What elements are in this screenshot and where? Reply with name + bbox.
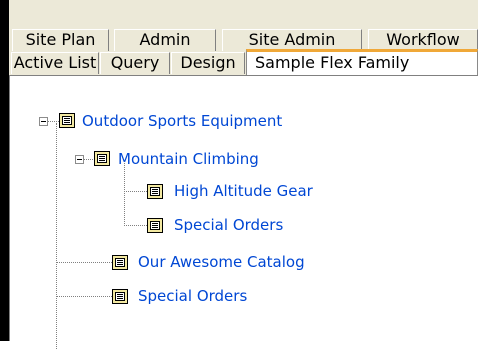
tab-sample-flex-family[interactable]: Sample Flex Family bbox=[246, 49, 478, 77]
category-tree: Outdoor Sports Equipment Mountain Climbi… bbox=[10, 76, 478, 349]
tab-site-plan[interactable]: Site Plan bbox=[12, 29, 109, 51]
tree-connector bbox=[56, 296, 112, 297]
tab-design[interactable]: Design bbox=[171, 52, 245, 74]
app-window: Site Plan Admin Site Admin Workflow Acti… bbox=[0, 0, 478, 349]
tree-item-our-awesome-catalog[interactable]: Our Awesome Catalog bbox=[138, 253, 305, 271]
tree-item-high-altitude-gear[interactable]: High Altitude Gear bbox=[174, 182, 313, 200]
tree-connector bbox=[56, 123, 57, 349]
tree-connector bbox=[124, 225, 147, 226]
tree-item-outdoor-sports-equipment[interactable]: Outdoor Sports Equipment bbox=[82, 112, 282, 130]
tab-site-admin[interactable]: Site Admin bbox=[222, 29, 362, 51]
tree-item-special-orders-nested[interactable]: Special Orders bbox=[174, 216, 283, 234]
tab-workflow[interactable]: Workflow bbox=[368, 29, 478, 51]
tree-connector bbox=[124, 161, 125, 226]
tree-connector bbox=[124, 191, 147, 192]
tab-admin[interactable]: Admin bbox=[114, 29, 216, 51]
category-folder-icon bbox=[112, 255, 128, 270]
tab-active-list[interactable]: Active List bbox=[11, 52, 99, 74]
category-folder-icon bbox=[112, 289, 128, 304]
tree-item-mountain-climbing[interactable]: Mountain Climbing bbox=[118, 150, 259, 168]
collapse-toggle-mountain-climbing[interactable] bbox=[75, 155, 84, 164]
tree-connector bbox=[56, 262, 112, 263]
collapse-toggle-root[interactable] bbox=[39, 117, 48, 126]
tree-item-special-orders[interactable]: Special Orders bbox=[138, 287, 247, 305]
content-panel: Outdoor Sports Equipment Mountain Climbi… bbox=[9, 75, 478, 349]
category-folder-icon bbox=[147, 184, 163, 199]
category-folder-icon bbox=[59, 113, 75, 128]
tab-query[interactable]: Query bbox=[100, 52, 170, 74]
category-folder-icon bbox=[147, 218, 163, 233]
category-folder-icon bbox=[94, 151, 110, 166]
window-left-border bbox=[0, 0, 9, 341]
